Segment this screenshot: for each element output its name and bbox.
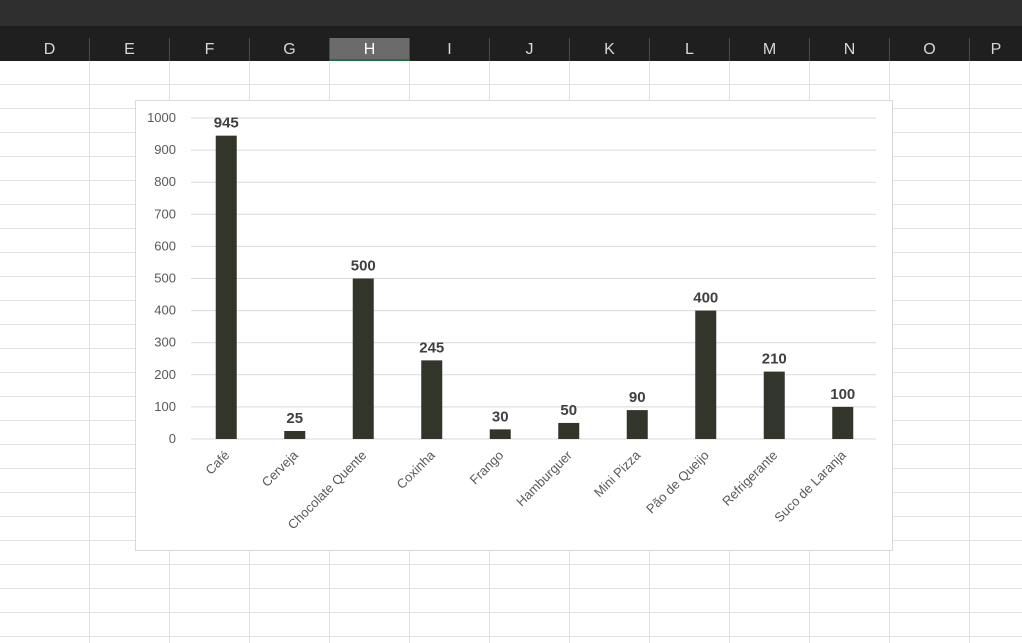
chart-area[interactable]: 0 100 200 300 400 500 600 700 800 900 1000 945 Café 2… bbox=[135, 100, 893, 551]
y-tick-label: 600 bbox=[154, 238, 176, 253]
data-label: 25 bbox=[286, 410, 303, 427]
y-tick-label: 100 bbox=[154, 399, 176, 414]
y-tick-label: 700 bbox=[154, 206, 176, 221]
data-label: 100 bbox=[830, 386, 855, 403]
data-label: 400 bbox=[693, 290, 718, 307]
bar-chart[interactable]: 0 100 200 300 400 500 600 700 800 900 1000 945 Café 2… bbox=[136, 101, 892, 550]
column-header-d[interactable]: D bbox=[10, 38, 90, 61]
column-header-n[interactable]: N bbox=[810, 38, 890, 61]
category-label: Cerveja bbox=[259, 447, 302, 490]
category-label: Frango bbox=[467, 448, 507, 488]
column-header-i[interactable]: I bbox=[410, 38, 490, 61]
data-label: 500 bbox=[351, 258, 376, 275]
y-tick-label: 200 bbox=[154, 367, 176, 382]
y-tick-label: 0 bbox=[169, 431, 176, 446]
bar[interactable] bbox=[626, 410, 648, 439]
bar[interactable] bbox=[558, 422, 580, 439]
column-header-p[interactable]: P bbox=[970, 38, 1022, 61]
column-header-l[interactable]: L bbox=[650, 38, 730, 61]
bar[interactable] bbox=[695, 310, 717, 439]
bar[interactable] bbox=[352, 278, 374, 440]
column-header-h[interactable]: H bbox=[330, 38, 410, 61]
bar[interactable] bbox=[832, 406, 854, 439]
column-header-k[interactable]: K bbox=[570, 38, 650, 61]
data-label: 30 bbox=[492, 408, 509, 425]
bar[interactable] bbox=[215, 135, 237, 439]
y-tick-label: 800 bbox=[154, 174, 176, 189]
y-tick-label: 500 bbox=[154, 271, 176, 286]
category-label: Café bbox=[202, 448, 232, 478]
data-label: 90 bbox=[629, 389, 646, 406]
column-header-j[interactable]: J bbox=[490, 38, 570, 61]
column-header-row: D E F G H I J K L M N O P bbox=[0, 26, 1022, 62]
column-header-f[interactable]: F bbox=[170, 38, 250, 61]
data-label: 210 bbox=[762, 351, 787, 368]
ribbon-strip bbox=[0, 0, 1022, 26]
bar[interactable] bbox=[489, 429, 511, 439]
data-label: 50 bbox=[560, 402, 577, 419]
y-tick-label: 400 bbox=[154, 303, 176, 318]
category-label: Coxinha bbox=[394, 447, 439, 492]
y-tick-label: 900 bbox=[154, 142, 176, 157]
column-header-o[interactable]: O bbox=[890, 38, 970, 61]
category-label: Refrigerante bbox=[719, 448, 780, 509]
column-header-e[interactable]: E bbox=[90, 38, 170, 61]
y-tick-label: 1000 bbox=[147, 110, 176, 125]
category-label: Mini Pizza bbox=[591, 447, 644, 500]
bar[interactable] bbox=[763, 371, 785, 439]
category-label: Suco de Laranja bbox=[771, 447, 849, 525]
column-header-m[interactable]: M bbox=[730, 38, 810, 61]
data-label: 945 bbox=[214, 115, 239, 132]
y-tick-label: 300 bbox=[154, 335, 176, 350]
excel-window: D E F G H I J K L M N O P 0 100 200 300 400 5… bbox=[0, 0, 1022, 643]
category-label: Pão de Queijo bbox=[643, 448, 712, 517]
column-header-g[interactable]: G bbox=[250, 38, 330, 61]
data-label: 245 bbox=[419, 339, 444, 356]
bar[interactable] bbox=[421, 360, 443, 439]
category-label: Hamburguer bbox=[513, 447, 575, 509]
bar[interactable] bbox=[284, 430, 306, 439]
